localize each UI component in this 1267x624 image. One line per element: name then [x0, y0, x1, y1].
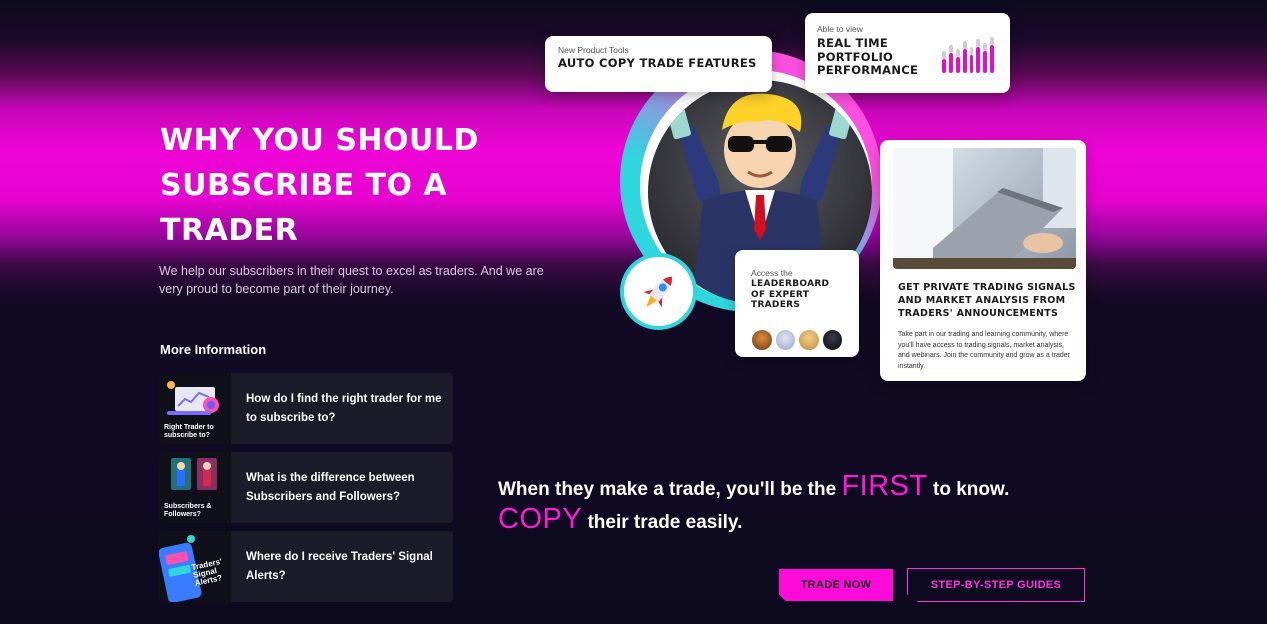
card-leaderboard: Access the LEADERBOARD OF EXPERT TRADERS — [735, 250, 859, 357]
card-title: AUTO COPY TRADE FEATURES — [558, 56, 757, 70]
tagline-line-2: COPY their trade easily. — [498, 503, 742, 536]
card-description: Take part in our trading and learning co… — [898, 331, 1070, 370]
card-eyebrow: New Product Tools — [558, 45, 629, 55]
more-info-heading: More Information — [160, 342, 267, 357]
trader-avatar — [798, 328, 820, 351]
trader-avatar — [774, 328, 796, 351]
tagline-text: their trade easily. — [582, 512, 743, 533]
faq-question: How do I find the right trader for me to… — [246, 392, 442, 424]
tagline-line-1: When they make a trade, you'll be the FI… — [498, 470, 1009, 503]
laptop-photo — [893, 148, 1076, 269]
card-eyebrow: Able to view — [817, 24, 863, 34]
faq-question: Where do I receive Traders' Signal Alert… — [246, 550, 433, 582]
faq-question: What is the difference between Subscribe… — [246, 471, 415, 503]
card-auto-copy-trade: New Product Tools AUTO COPY TRADE FEATUR… — [545, 36, 772, 92]
rocket-badge — [620, 253, 697, 330]
faq-thumbnail: Traders' Signal Alerts? — [159, 531, 231, 602]
thumb-caption: Subscribers & Followers? — [164, 503, 212, 518]
page-title: WHY YOU SHOULD SUBSCRIBE TO A TRADER — [160, 123, 479, 248]
faq-thumbnail: Right Trader to subscribe to? — [159, 373, 231, 444]
trader-avatar — [751, 328, 773, 351]
tagline-text: to know. — [927, 479, 1010, 500]
faq-item-signal-alerts[interactable]: Traders' Signal Alerts? Where do I recei… — [159, 531, 453, 602]
trade-now-button[interactable]: TRADE NOW — [779, 569, 893, 601]
card-title: LEADERBOARD OF EXPERT TRADERS — [751, 279, 830, 310]
hero-subtitle: We help our subscribers in their quest t… — [159, 264, 544, 296]
trader-avatar — [821, 328, 843, 351]
card-title: REAL TIME PORTFOLIO PERFORMANCE — [817, 36, 919, 77]
trader-avatars — [751, 328, 843, 351]
faq-thumbnail: Subscribers & Followers? — [159, 452, 231, 523]
card-eyebrow: Access the — [751, 268, 793, 278]
tagline-highlight-first: FIRST — [841, 470, 928, 502]
card-title: GET PRIVATE TRADING SIGNALS AND MARKET A… — [898, 282, 1076, 319]
card-realtime-portfolio: Able to view REAL TIME PORTFOLIO PERFORM… — [805, 13, 1010, 93]
card-trading-signals: GET PRIVATE TRADING SIGNALS AND MARKET A… — [880, 140, 1086, 381]
step-by-step-guides-button[interactable]: STEP-BY-STEP GUIDES — [907, 568, 1085, 602]
tagline-highlight-copy: COPY — [498, 503, 583, 535]
faq-item-subscribers-followers[interactable]: Subscribers & Followers? What is the dif… — [159, 452, 453, 523]
thumb-caption: Right Trader to subscribe to? — [164, 424, 214, 439]
faq-item-find-trader[interactable]: Right Trader to subscribe to? How do I f… — [159, 373, 453, 444]
laptop-icon — [893, 148, 1076, 269]
bar-chart-icon — [942, 37, 994, 73]
rocket-icon — [642, 276, 672, 307]
tagline-text: When they make a trade, you'll be the — [498, 479, 842, 500]
